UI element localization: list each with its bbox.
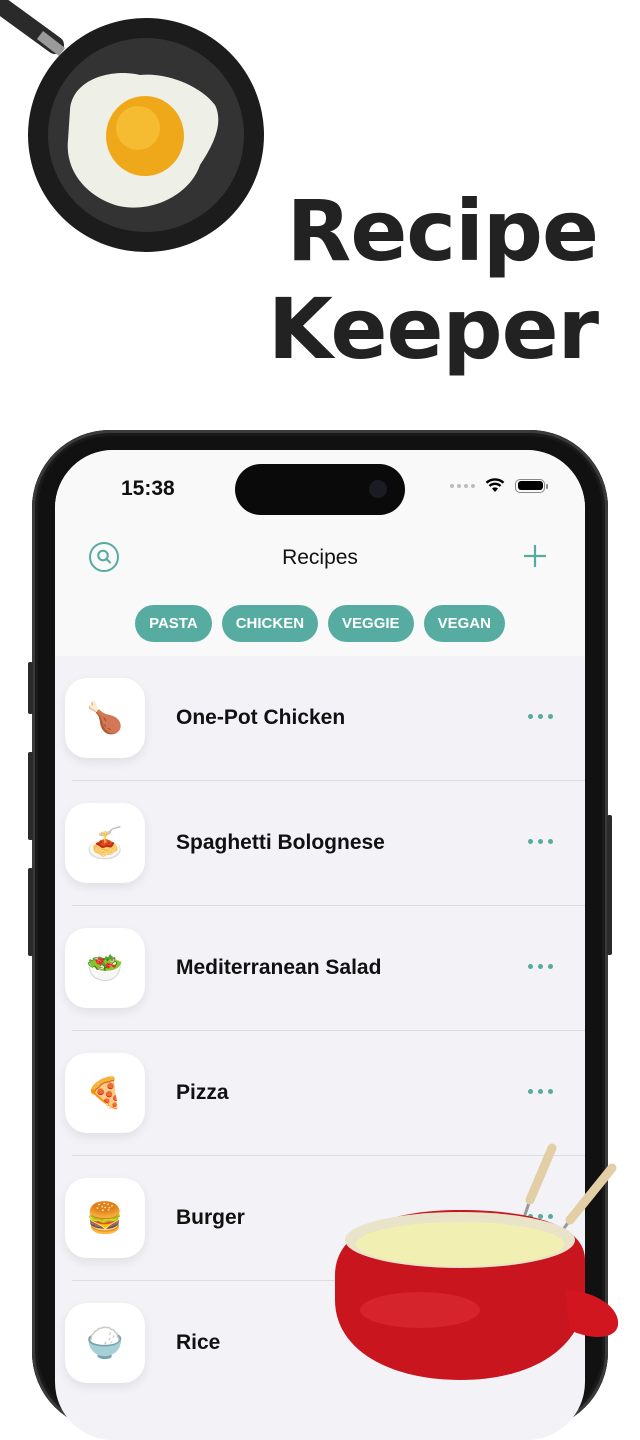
action-button [28, 662, 33, 714]
fondue-pot-illustration [335, 1143, 619, 1380]
hero-title: Recipe Keeper [267, 182, 599, 378]
salad-icon: 🥗 [65, 928, 145, 1008]
filter-chip-vegan[interactable]: VEGAN [423, 605, 505, 642]
recipe-row[interactable]: 🍕 Pizza [55, 1031, 585, 1156]
recipe-name: Pizza [176, 1081, 229, 1104]
volume-up-button [28, 752, 33, 840]
battery-icon [515, 478, 548, 493]
burger-icon: 🍔 [65, 1178, 145, 1258]
status-time: 15:38 [121, 477, 175, 500]
recipe-name: One-Pot Chicken [176, 706, 346, 729]
cellular-signal-icon [450, 483, 475, 488]
filter-chip-chicken[interactable]: CHICKEN [221, 605, 319, 642]
recipe-name: Rice [176, 1331, 221, 1354]
rice-bowl-icon: 🍚 [65, 1303, 145, 1383]
dynamic-island [235, 464, 405, 515]
hero-title-line-2: Keeper [267, 280, 599, 378]
recipe-name: Burger [176, 1206, 245, 1229]
pan-handle [0, 0, 66, 56]
more-options-button[interactable] [524, 960, 557, 973]
page-title: Recipes [282, 546, 358, 569]
status-icons [450, 478, 548, 493]
recipe-name: Spaghetti Bolognese [176, 831, 385, 854]
plus-icon [524, 545, 546, 567]
filter-chip-veggie[interactable]: VEGGIE [328, 605, 414, 642]
pizza-icon: 🍕 [65, 1053, 145, 1133]
chicken-leg-icon: 🍗 [65, 678, 145, 758]
more-options-button[interactable] [524, 1085, 557, 1098]
spaghetti-icon: 🍝 [65, 803, 145, 883]
recipe-row[interactable]: 🍝 Spaghetti Bolognese [55, 781, 585, 906]
frying-pan-egg-illustration [0, 0, 264, 252]
camera-icon [369, 480, 387, 498]
recipe-row[interactable]: 🍗 One-Pot Chicken [55, 656, 585, 781]
volume-down-button [28, 868, 33, 956]
more-options-button[interactable] [524, 710, 557, 723]
recipe-row[interactable]: 🥗 Mediterranean Salad [55, 906, 585, 1031]
power-button [607, 815, 612, 955]
recipe-name: Mediterranean Salad [176, 956, 382, 979]
filter-chips: PASTA CHICKEN VEGGIE VEGAN [55, 605, 585, 642]
filter-chip-pasta[interactable]: PASTA [135, 605, 212, 642]
hero-title-line-1: Recipe [286, 182, 599, 280]
more-options-button[interactable] [524, 835, 557, 848]
wifi-icon [485, 478, 505, 492]
add-recipe-button[interactable] [521, 542, 549, 570]
